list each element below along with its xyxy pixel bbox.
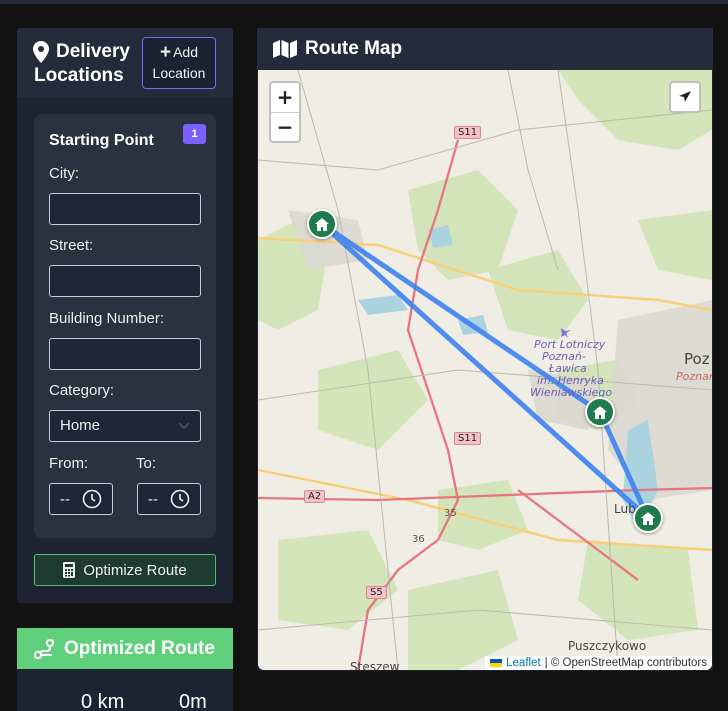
calculator-icon	[63, 562, 76, 578]
leaflet-link[interactable]: Leaflet	[506, 657, 541, 669]
delivery-panel-title: Delivery Locations	[34, 41, 130, 86]
add-location-button[interactable]: + Add Location	[142, 37, 216, 89]
delivery-panel-header: Delivery Locations + Add Location	[17, 28, 233, 98]
clock-icon	[82, 489, 102, 509]
category-selected-value: Home	[60, 417, 101, 434]
total-duration: 0m	[179, 691, 207, 711]
city-label-poz: Poz	[684, 350, 710, 368]
optimized-route-title: Optimized Route	[64, 637, 215, 659]
location-marker-start[interactable]	[307, 209, 337, 239]
road-label-s11-north: S11	[454, 126, 482, 139]
road-label-a2: A2	[304, 490, 326, 503]
zoom-control: + −	[269, 81, 301, 143]
map-icon	[273, 40, 297, 58]
road-label-s5: S5	[366, 586, 387, 599]
home-icon	[593, 405, 607, 419]
clock-icon	[170, 489, 190, 509]
building-number-input[interactable]	[49, 338, 201, 370]
osm-attribution: | © OpenStreetMap contributors	[544, 657, 707, 669]
road-label-s11-south: S11	[454, 432, 482, 445]
chevron-down-icon	[178, 422, 190, 430]
starting-point-title: Starting Point	[49, 132, 154, 149]
locate-button[interactable]	[669, 81, 701, 113]
city-input[interactable]	[49, 193, 201, 225]
road-label-36: 36	[412, 534, 425, 545]
delivery-locations-panel: Delivery Locations + Add Location Startin…	[17, 28, 233, 603]
route-map-panel: Route Map Port Lotniczy Poznań- Ławica i…	[257, 28, 713, 671]
map-attribution: Leaflet | © OpenStreetMap contributors	[485, 656, 712, 670]
to-label: To:	[136, 455, 157, 472]
road-label-35: 35	[444, 508, 457, 519]
starting-point-card: Starting Point 1 City: Street: Building …	[34, 114, 216, 538]
zoom-out-button[interactable]: −	[271, 112, 299, 141]
airport-icon	[561, 328, 571, 338]
optimize-route-button[interactable]: Optimize Route	[34, 554, 216, 586]
location-marker[interactable]	[633, 503, 663, 533]
city-label-steszew: Steszew	[350, 660, 400, 670]
top-bar	[0, 0, 728, 4]
city-label-puszczykowo: Puszczykowo	[568, 639, 647, 653]
optimized-route-panel: Optimized Route 0 km 0m	[17, 628, 233, 711]
location-arrow-icon	[679, 91, 691, 102]
route-map-title: Route Map	[305, 38, 403, 59]
location-number-badge: 1	[183, 124, 206, 144]
location-marker[interactable]	[585, 397, 615, 427]
category-label: Category:	[49, 382, 115, 399]
city-label: City:	[49, 165, 79, 182]
ukraine-flag-icon	[490, 659, 503, 667]
plus-icon: +	[159, 42, 172, 63]
street-input[interactable]	[49, 265, 201, 297]
building-number-label: Building Number:	[49, 310, 165, 327]
from-time-input[interactable]: --	[49, 483, 113, 515]
route-map-header: Route Map	[257, 28, 713, 70]
to-time-value: --	[148, 490, 158, 508]
from-time-value: --	[60, 490, 70, 508]
zoom-in-button[interactable]: +	[271, 83, 299, 112]
total-distance: 0 km	[81, 691, 125, 711]
home-icon	[641, 511, 655, 525]
city-label-poznan: Poznań	[676, 370, 712, 383]
to-time-input[interactable]: --	[137, 483, 201, 515]
street-label: Street:	[49, 237, 94, 254]
from-label: From:	[49, 455, 89, 472]
optimized-route-header: Optimized Route	[17, 628, 233, 669]
category-select[interactable]: Home	[49, 410, 201, 442]
home-icon	[315, 217, 329, 231]
route-icon	[34, 638, 55, 659]
map-tiles	[258, 70, 712, 670]
map-canvas[interactable]: Port Lotniczy Poznań- Ławica im. Henryka…	[258, 70, 712, 670]
optimize-route-label: Optimize Route	[83, 561, 187, 579]
